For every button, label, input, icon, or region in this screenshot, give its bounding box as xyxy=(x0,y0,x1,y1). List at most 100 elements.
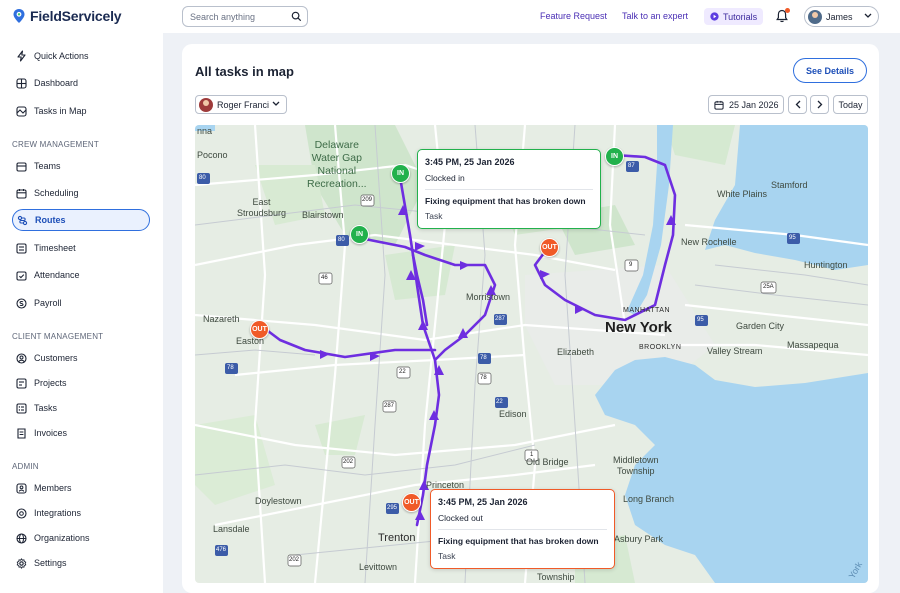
shield-label: 80 xyxy=(199,175,206,181)
place-label: BROOKLYN xyxy=(639,344,682,351)
sidebar-item-label: Attendance xyxy=(34,270,80,280)
app-logo[interactable]: FieldServicely xyxy=(12,8,122,24)
section-title-crew: CREW MANAGEMENT xyxy=(12,140,99,149)
place-label: Long Branch xyxy=(623,494,675,504)
sidebar-item-dashboard[interactable]: Dashboard xyxy=(12,72,150,94)
sidebar-item-label: Tasks xyxy=(34,403,58,413)
clock-in-marker[interactable]: IN xyxy=(391,164,410,183)
sidebar-item-tasks-in-map[interactable]: Tasks in Map xyxy=(12,100,150,122)
sidebar-item-timesheet[interactable]: Timesheet xyxy=(12,237,150,259)
app-name: FieldServicely xyxy=(30,8,122,24)
sidebar-item-label: Invoices xyxy=(34,428,68,438)
place-label: New York xyxy=(605,319,672,336)
sidebar-item-customers[interactable]: Customers xyxy=(12,347,150,369)
see-details-button[interactable]: See Details xyxy=(793,58,867,83)
place-label: Delaware Water Gap National Recreation..… xyxy=(307,139,367,190)
bolt-icon xyxy=(17,50,26,62)
calendar-icon xyxy=(714,100,724,110)
members-icon xyxy=(16,482,27,494)
sidebar-item-invoices[interactable]: Invoices xyxy=(12,422,150,444)
prev-date-button[interactable] xyxy=(788,95,807,114)
place-label: Nazareth xyxy=(203,314,240,324)
sidebar-item-integrations[interactable]: Integrations xyxy=(12,502,150,524)
shield-label: 95 xyxy=(789,235,796,241)
place-label: Massapequa xyxy=(787,340,839,350)
clock-out-popup[interactable]: 3:45 PM, 25 Jan 2026 Clocked out Fixing … xyxy=(430,489,615,569)
sidebar-item-tasks[interactable]: Tasks xyxy=(12,397,150,419)
clock-out-marker[interactable]: OUT xyxy=(402,493,421,512)
popup-task-type: Task xyxy=(438,551,456,561)
play-icon xyxy=(710,12,719,21)
place-label: Levittown xyxy=(359,562,398,572)
place-label: Trenton xyxy=(378,532,416,544)
place-label: Elizabeth xyxy=(557,347,595,357)
date-picker[interactable]: 25 Jan 2026 xyxy=(708,95,784,114)
sidebar-item-label: Customers xyxy=(34,353,78,363)
search-placeholder: Search anything xyxy=(190,11,256,22)
popup-task-title: Fixing equipment that has broken down xyxy=(438,536,599,546)
sidebar-item-payroll[interactable]: Payroll xyxy=(12,292,150,314)
sidebar-item-scheduling[interactable]: Scheduling xyxy=(12,182,150,204)
search-input[interactable]: Search anything xyxy=(182,6,308,27)
clock-out-marker[interactable]: OUT xyxy=(250,320,269,339)
teams-icon xyxy=(16,161,27,172)
sidebar-item-routes[interactable]: Routes xyxy=(12,209,150,231)
route-icon xyxy=(17,215,28,225)
shield-label: 295 xyxy=(387,505,398,511)
place-label: Asbury Park xyxy=(614,534,664,544)
invoice-icon xyxy=(17,427,26,439)
timesheet-icon xyxy=(16,242,27,254)
place-label: Edison xyxy=(499,409,527,419)
sidebar-item-members[interactable]: Members xyxy=(12,477,150,499)
clock-out-marker[interactable]: OUT xyxy=(540,238,559,257)
search-icon xyxy=(291,11,302,22)
clock-in-popup[interactable]: 3:45 PM, 25 Jan 2026 Clocked in Fixing e… xyxy=(417,149,601,229)
integrations-icon xyxy=(16,507,27,519)
sidebar-item-organizations[interactable]: Organizations xyxy=(12,527,150,549)
sidebar-item-attendance[interactable]: Attendance xyxy=(12,264,150,286)
section-title-client: CLIENT MANAGEMENT xyxy=(12,332,104,341)
sidebar-item-projects[interactable]: Projects xyxy=(12,372,150,394)
avatar xyxy=(808,9,822,24)
user-circle-icon xyxy=(16,352,27,364)
clock-in-marker[interactable]: IN xyxy=(605,147,624,166)
tutorials-button[interactable]: Tutorials xyxy=(704,8,764,25)
place-label: East Stroudsburg xyxy=(237,197,287,218)
place-label: nna xyxy=(197,126,213,136)
sidebar-item-settings[interactable]: Settings xyxy=(12,552,150,574)
place-label: Lansdale xyxy=(213,524,250,534)
dollar-icon xyxy=(16,297,27,309)
sidebar-item-label: Members xyxy=(34,483,72,493)
sidebar: Quick Actions Dashboard Tasks in Map CRE… xyxy=(0,33,163,593)
shield-label: 9 xyxy=(629,262,633,268)
shield-label: 22 xyxy=(399,369,406,375)
place-label: Middletown Township xyxy=(613,455,659,476)
tasks-icon xyxy=(16,402,27,414)
feature-request-link[interactable]: Feature Request xyxy=(540,11,607,21)
shield-label: 287 xyxy=(384,403,395,409)
date-value: 25 Jan 2026 xyxy=(729,99,779,110)
sidebar-item-label: Projects xyxy=(34,378,67,388)
chevron-left-icon xyxy=(795,100,800,109)
popup-task-title: Fixing equipment that has broken down xyxy=(425,196,586,206)
chevron-down-icon xyxy=(272,101,280,106)
clock-in-marker[interactable]: IN xyxy=(350,225,369,244)
today-button[interactable]: Today xyxy=(833,95,868,114)
attendance-icon xyxy=(16,270,27,281)
sidebar-item-quick-actions[interactable]: Quick Actions xyxy=(12,45,150,67)
employee-select[interactable]: Roger Franci xyxy=(195,95,287,114)
user-menu[interactable]: James xyxy=(804,6,879,27)
popup-status: Clocked in xyxy=(425,173,465,183)
shield-label: 87 xyxy=(628,163,635,169)
place-label: New Rochelle xyxy=(681,237,737,247)
place-label: Blairstown xyxy=(302,210,344,220)
next-date-button[interactable] xyxy=(810,95,829,114)
shield-label: 25A xyxy=(763,284,774,290)
sidebar-item-teams[interactable]: Teams xyxy=(12,155,150,177)
top-bar: FieldServicely Search anything Feature R… xyxy=(0,0,900,33)
talk-to-expert-link[interactable]: Talk to an expert xyxy=(622,11,688,21)
location-pin-icon xyxy=(13,9,25,23)
route-map[interactable]: 80 209 80 46 78 287 22 78 78 22 287 202 … xyxy=(195,125,868,583)
shield-label: 78 xyxy=(227,365,234,371)
sidebar-item-label: Timesheet xyxy=(34,243,76,253)
